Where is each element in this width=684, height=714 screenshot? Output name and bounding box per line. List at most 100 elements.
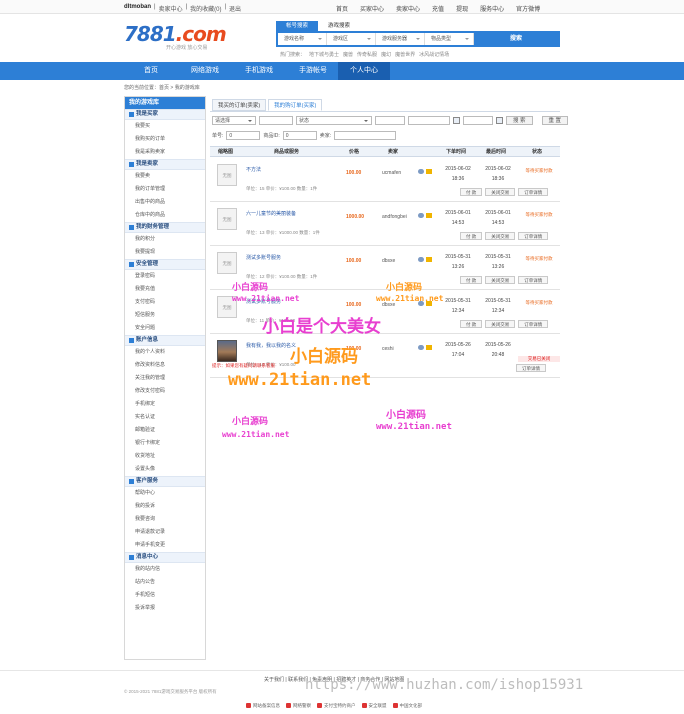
top-buyer-link[interactable]: 买家中心 bbox=[360, 4, 384, 13]
product-name-link[interactable]: 六一儿童节的美丽装备 bbox=[246, 210, 296, 217]
sidebar-item[interactable]: 收货地址 bbox=[125, 450, 205, 463]
seller-input[interactable] bbox=[334, 131, 397, 140]
sidebar-item[interactable]: 我购买的订单 bbox=[125, 133, 205, 146]
top-withdraw-link[interactable]: 提现 bbox=[456, 4, 468, 13]
sidebar-item[interactable]: 仓库中的商品 bbox=[125, 209, 205, 222]
seller-name[interactable]: dbsxe bbox=[382, 258, 395, 264]
sidebar-item[interactable]: 修改资料信息 bbox=[125, 359, 205, 372]
order-number-input[interactable]: 0 bbox=[226, 131, 261, 140]
sidebar-item[interactable]: 帮助中心 bbox=[125, 487, 205, 500]
product-name-link[interactable]: 我有我，我以我的名义 bbox=[246, 342, 296, 349]
cert-badge[interactable]: 网络警察 bbox=[286, 703, 311, 709]
hotword-link[interactable]: 冰风战记情场 bbox=[419, 51, 449, 58]
nav-online-games[interactable]: 网络游戏 bbox=[180, 62, 230, 80]
hotword-link[interactable]: 地下城与勇士 bbox=[309, 51, 339, 58]
product-id-input[interactable]: 0 bbox=[282, 131, 317, 140]
product-name-link[interactable]: 不方法 bbox=[246, 166, 261, 173]
hotword-link[interactable]: 魔兽世界 bbox=[395, 51, 415, 58]
sidebar-item[interactable]: 手机短信 bbox=[125, 589, 205, 602]
order-detail-button[interactable]: 订单详情 bbox=[516, 364, 546, 372]
chat-icon[interactable] bbox=[418, 213, 424, 218]
sidebar-item[interactable]: 修改支付密码 bbox=[125, 385, 205, 398]
sidebar-item[interactable]: 我要卖 bbox=[125, 170, 205, 183]
product-thumbnail[interactable]: 无图 bbox=[217, 208, 237, 230]
sidebar-item[interactable]: 我的个人资料 bbox=[125, 346, 205, 359]
nav-personal-center[interactable]: 个人中心 bbox=[338, 62, 390, 80]
calendar-icon[interactable] bbox=[453, 117, 460, 124]
mail-icon[interactable] bbox=[426, 213, 432, 218]
top-seller-link[interactable]: 卖家中心 bbox=[396, 4, 420, 13]
tab-seller-orders[interactable]: 我买的订单(卖家) bbox=[212, 99, 267, 111]
sidebar-item[interactable]: 我是采购卖家 bbox=[125, 146, 205, 159]
sidebar-item[interactable]: 关注我的管理 bbox=[125, 372, 205, 385]
sidebar-item[interactable]: 安全问题 bbox=[125, 322, 205, 335]
close-order-button[interactable]: 关闭交易 bbox=[485, 320, 516, 328]
game-area-select[interactable]: 游戏区 bbox=[327, 33, 376, 45]
sidebar-item[interactable]: 我的投诉 bbox=[125, 500, 205, 513]
mail-icon[interactable] bbox=[426, 169, 432, 174]
calendar-icon[interactable] bbox=[496, 117, 503, 124]
seller-name[interactable]: ceshi bbox=[382, 346, 394, 352]
seller-name[interactable]: ucmafen bbox=[382, 170, 401, 176]
sidebar-item[interactable]: 我要提现 bbox=[125, 246, 205, 259]
sidebar-item[interactable]: 我的站内信 bbox=[125, 563, 205, 576]
top-home-link[interactable]: 首页 bbox=[336, 4, 348, 13]
sidebar-item[interactable]: 申请手机变更 bbox=[125, 539, 205, 552]
pay-button[interactable]: 付 款 bbox=[460, 232, 483, 240]
tab-buyer-orders[interactable]: 我的购订单(买家) bbox=[268, 99, 323, 111]
sidebar-item[interactable]: 支付密码 bbox=[125, 296, 205, 309]
sidebar-item[interactable]: 手机绑定 bbox=[125, 398, 205, 411]
sidebar-item[interactable]: 我要咨询 bbox=[125, 513, 205, 526]
cert-badge[interactable]: 支付宝特约商户 bbox=[317, 703, 356, 709]
sidebar-item[interactable]: 短信服务 bbox=[125, 309, 205, 322]
sidebar-item[interactable]: 邮箱验证 bbox=[125, 424, 205, 437]
sidebar-item[interactable]: 申请退款记录 bbox=[125, 526, 205, 539]
item-type-select[interactable]: 物品类型 bbox=[425, 33, 474, 45]
product-thumbnail[interactable] bbox=[217, 340, 237, 362]
sidebar-item[interactable]: 我要买 bbox=[125, 120, 205, 133]
product-name-link[interactable]: 测试多账号服务 bbox=[246, 254, 281, 261]
start-date-input[interactable] bbox=[408, 116, 450, 125]
chat-icon[interactable] bbox=[418, 345, 424, 350]
hotword-link[interactable]: 魔幻 bbox=[381, 51, 391, 58]
sidebar-item[interactable]: 设置头像 bbox=[125, 463, 205, 476]
nav-home[interactable]: 首页 bbox=[126, 62, 176, 80]
search-tab-game[interactable]: 游戏搜索 bbox=[318, 21, 360, 31]
logout-link[interactable]: 退出 bbox=[229, 4, 241, 13]
sidebar-item[interactable]: 站内公告 bbox=[125, 576, 205, 589]
order-detail-button[interactable]: 订单详情 bbox=[518, 188, 549, 196]
sidebar-item[interactable]: 投诉举报 bbox=[125, 602, 205, 615]
sidebar-item[interactable]: 银行卡绑定 bbox=[125, 437, 205, 450]
nav-mobile-accounts[interactable]: 手游帐号 bbox=[288, 62, 338, 80]
search-button[interactable]: 搜索 bbox=[474, 33, 558, 45]
seller-center-link[interactable]: 卖家中心 bbox=[159, 4, 183, 13]
seller-name[interactable]: andfongbei bbox=[382, 214, 407, 220]
sidebar-item[interactable]: 实名认证 bbox=[125, 411, 205, 424]
sidebar-item[interactable]: 我的积分 bbox=[125, 233, 205, 246]
close-order-button[interactable]: 关闭交易 bbox=[485, 188, 516, 196]
game-name-select[interactable]: 游戏名称 bbox=[278, 33, 327, 45]
keyword-input[interactable] bbox=[259, 116, 293, 125]
pay-button[interactable]: 付 款 bbox=[460, 276, 483, 284]
mail-icon[interactable] bbox=[426, 345, 432, 350]
top-service-link[interactable]: 服务中心 bbox=[480, 4, 504, 13]
end-date-input[interactable] bbox=[463, 116, 493, 125]
chat-icon[interactable] bbox=[418, 257, 424, 262]
site-logo[interactable]: 7881.com 开心游戏 放心交易 bbox=[124, 22, 227, 51]
filter-search-button[interactable]: 搜 索 bbox=[506, 116, 533, 125]
cert-badge[interactable]: 网站备案信息 bbox=[246, 703, 280, 709]
nav-mobile-games[interactable]: 手机游戏 bbox=[234, 62, 284, 80]
sidebar-item[interactable]: 出售中的商品 bbox=[125, 196, 205, 209]
close-order-button[interactable]: 关闭交易 bbox=[485, 232, 516, 240]
hotword-link[interactable]: 魔兽 bbox=[343, 51, 353, 58]
pay-button[interactable]: 付 款 bbox=[460, 320, 483, 328]
filter-reset-button[interactable]: 重 置 bbox=[541, 116, 569, 125]
hotword-link[interactable]: 传奇私服 bbox=[357, 51, 377, 58]
cert-badge[interactable]: 中国文化部 bbox=[393, 703, 423, 709]
category-select[interactable]: 请选择 bbox=[212, 116, 256, 125]
product-thumbnail[interactable]: 无图 bbox=[217, 252, 237, 274]
sidebar-item[interactable]: 我的订单管理 bbox=[125, 183, 205, 196]
pay-button[interactable]: 付 款 bbox=[460, 188, 483, 196]
chat-icon[interactable] bbox=[418, 169, 424, 174]
game-server-select[interactable]: 游戏服务器 bbox=[376, 33, 425, 45]
